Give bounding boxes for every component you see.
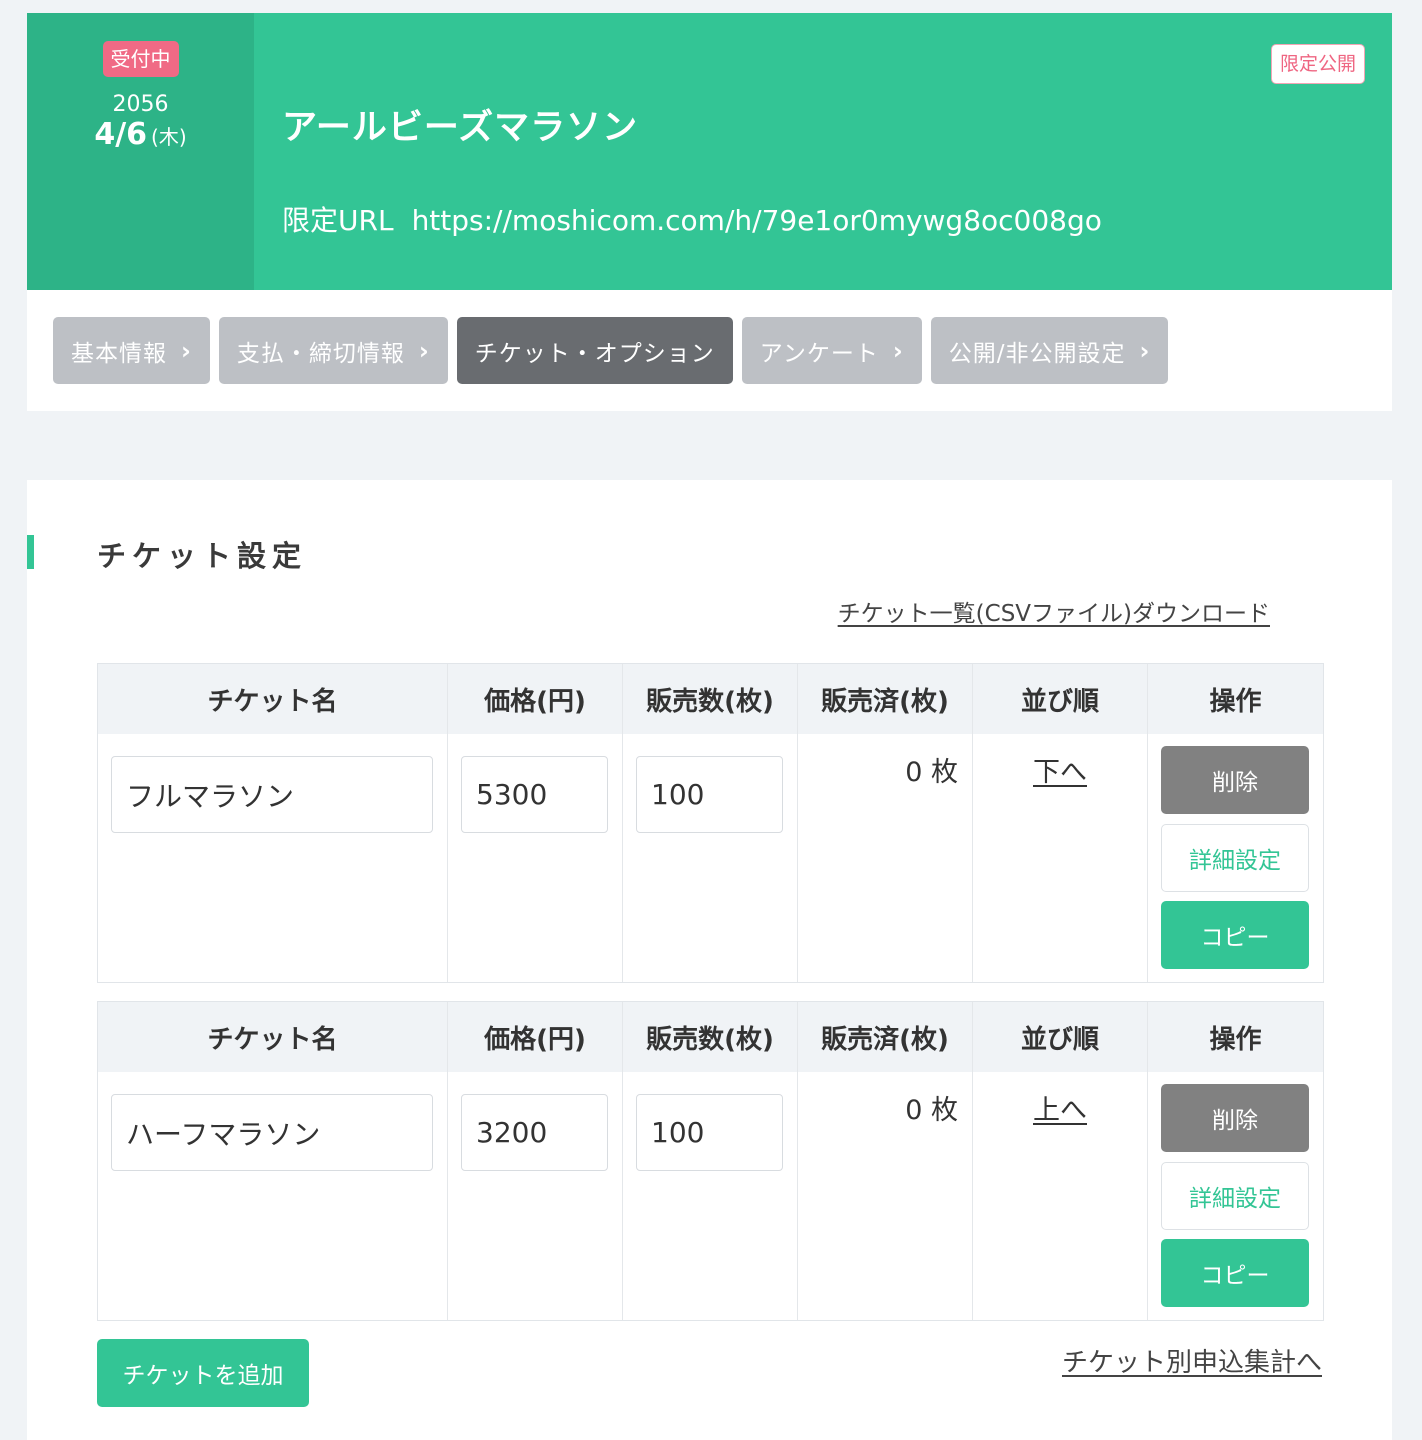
header-quantity: 販売数(枚) — [623, 1002, 798, 1072]
quantity-input[interactable]: 100 — [636, 1094, 783, 1171]
event-year: 2056 — [112, 92, 169, 117]
add-ticket-button[interactable]: チケットを追加 — [97, 1339, 309, 1407]
table-header-row: チケット名 価格(円) 販売数(枚) 販売済(枚) 並び順 操作 — [98, 1002, 1323, 1072]
tab-basic-info[interactable]: 基本情報 › — [53, 317, 210, 384]
ticket-settings-card: チケット設定 チケット一覧(CSVファイル)ダウンロード チケット名 価格(円)… — [27, 480, 1392, 1440]
header-sold: 販売済(枚) — [798, 664, 973, 734]
price-input[interactable]: 3200 — [461, 1094, 608, 1171]
ticket-name-input[interactable]: フルマラソン — [111, 756, 433, 833]
status-badge: 受付中 — [102, 41, 179, 77]
header-quantity: 販売数(枚) — [623, 664, 798, 734]
header-price: 価格(円) — [448, 1002, 623, 1072]
delete-button[interactable]: 削除 — [1161, 746, 1309, 814]
detail-settings-button[interactable]: 詳細設定 — [1161, 1162, 1309, 1230]
event-weekday: (木) — [151, 125, 187, 149]
header-order: 並び順 — [973, 664, 1148, 734]
chevron-right-icon: › — [892, 336, 904, 365]
header-order: 並び順 — [973, 1002, 1148, 1072]
price-input[interactable]: 5300 — [461, 756, 608, 833]
ticket-aggregate-link[interactable]: チケット別申込集計へ — [1062, 1342, 1322, 1379]
header-price: 価格(円) — [448, 664, 623, 734]
header-sold: 販売済(枚) — [798, 1002, 973, 1072]
tab-label: 支払・締切情報 — [236, 340, 405, 367]
header-ticket-name: チケット名 — [98, 664, 448, 734]
ticket-table: チケット名 価格(円) 販売数(枚) 販売済(枚) 並び順 操作 フルマラソン … — [97, 663, 1324, 983]
chevron-right-icon: › — [1139, 336, 1151, 365]
ticket-name-input[interactable]: ハーフマラソン — [111, 1094, 433, 1171]
header-actions: 操作 — [1209, 686, 1262, 717]
move-up-link[interactable]: 上へ — [973, 1088, 1147, 1127]
tab-label: 基本情報 — [71, 340, 167, 367]
event-info: アールビーズマラソン 限定URL https://moshicom.com/h/7… — [254, 13, 1392, 290]
event-date-panel: 受付中 2056 4/6 (木) — [27, 13, 254, 290]
header-actions: 操作 — [1209, 1024, 1262, 1055]
table-header-row: チケット名 価格(円) 販売数(枚) 販売済(枚) 並び順 操作 — [98, 664, 1323, 734]
header-ticket-name: チケット名 — [98, 1002, 448, 1072]
csv-download-link[interactable]: チケット一覧(CSVファイル)ダウンロード — [838, 594, 1270, 628]
section-accent-bar — [27, 535, 34, 569]
visibility-badge: 限定公開 — [1270, 44, 1365, 84]
section-title: チケット設定 — [97, 539, 308, 573]
event-title: アールビーズマラソン — [282, 108, 639, 148]
tab-visibility[interactable]: 公開/非公開設定 › — [930, 317, 1169, 384]
chevron-right-icon: › — [418, 336, 430, 365]
sold-count: 0 枚 — [905, 757, 958, 788]
ticket-table: チケット名 価格(円) 販売数(枚) 販売済(枚) 並び順 操作 ハーフマラソン… — [97, 1001, 1324, 1321]
move-down-link[interactable]: 下へ — [973, 750, 1147, 789]
sold-count: 0 枚 — [905, 1095, 958, 1126]
quantity-input[interactable]: 100 — [636, 756, 783, 833]
tab-survey[interactable]: アンケート › — [741, 317, 922, 384]
event-url-row: 限定URL https://moshicom.com/h/79e1or0mywg8… — [282, 199, 1102, 239]
delete-button[interactable]: 削除 — [1161, 1084, 1309, 1152]
step-nav: 基本情報 › 支払・締切情報 › チケット・オプション アンケート › 公開/非公開設… — [27, 290, 1392, 411]
event-header: 受付中 2056 4/6 (木) アールビーズマラソン 限定URL https://… — [27, 13, 1392, 290]
url-label: 限定URL — [282, 204, 394, 237]
tab-label: チケット・オプション — [474, 340, 715, 367]
chevron-right-icon: › — [181, 336, 192, 365]
tab-label: アンケート — [759, 340, 879, 367]
table-row: フルマラソン 5300 100 0 枚 下へ 削除 詳細設定 コピー — [98, 734, 1323, 982]
copy-button[interactable]: コピー — [1161, 1239, 1309, 1307]
event-date-value: 4/6 — [94, 117, 148, 152]
event-date: 4/6 (木) — [94, 118, 186, 154]
event-url[interactable]: https://moshicom.com/h/79e1or0mywg8oc008… — [412, 204, 1102, 237]
tab-label: 公開/非公開設定 — [948, 340, 1126, 367]
table-row: ハーフマラソン 3200 100 0 枚 上へ 削除 詳細設定 コピー — [98, 1072, 1323, 1320]
copy-button[interactable]: コピー — [1161, 901, 1309, 969]
detail-settings-button[interactable]: 詳細設定 — [1161, 824, 1309, 892]
tab-ticket-option[interactable]: チケット・オプション — [456, 317, 733, 384]
tab-payment-deadline[interactable]: 支払・締切情報 › — [218, 317, 448, 384]
